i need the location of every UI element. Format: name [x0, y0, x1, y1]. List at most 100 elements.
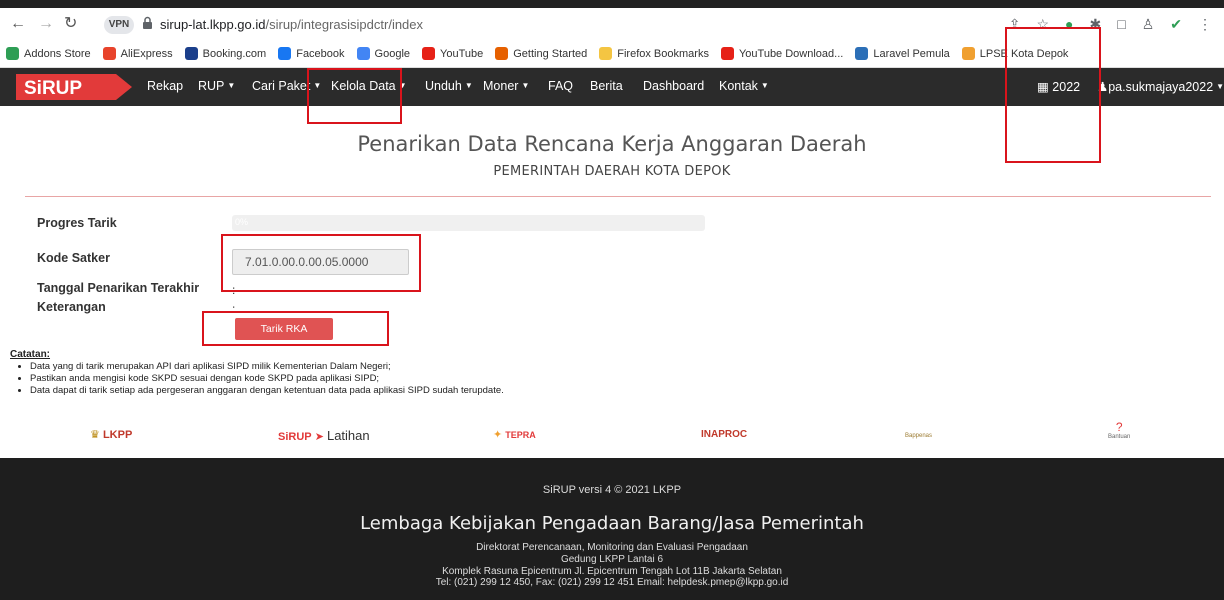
- footer-address: Komplek Rasuna Epicentrum Jl. Epicentrum…: [442, 566, 782, 577]
- tanggal-penarikan-value: :: [232, 283, 236, 297]
- bookmark-label: AliExpress: [120, 47, 173, 60]
- bookmark-item[interactable]: Booking.com: [184, 47, 267, 60]
- bookmark-item[interactable]: YouTube: [422, 47, 483, 60]
- tepra-logo[interactable]: ✦ TEPRA: [493, 428, 536, 441]
- bookmark-label: LPSE Kota Depok: [979, 47, 1069, 60]
- sirup-navbar: SiRUP Rekap RUP ▼ Cari Paket ▼ Kelola Data ▼ Un…: [0, 68, 1224, 106]
- nav-item-moner[interactable]: Moner ▼: [483, 79, 529, 93]
- forward-icon[interactable]: →: [38, 16, 54, 32]
- latihan-text: Latihan: [326, 428, 370, 443]
- note-item: Pastikan anda mengisi kode SKPD sesuai d…: [30, 373, 504, 385]
- url-host: sirup-lat.lkpp.go.id: [160, 17, 266, 32]
- bookmark-item[interactable]: LPSE Kota Depok: [961, 47, 1069, 60]
- nav-item-label: Cari Paket: [252, 79, 311, 93]
- share-icon[interactable]: ⇪: [1009, 15, 1021, 33]
- sidepanel-icon[interactable]: □: [1117, 15, 1125, 33]
- footer-version: SiRUP versi 4 © 2021 LKPP: [542, 484, 682, 496]
- bookmark-favicon-icon: [278, 47, 292, 60]
- bookmark-item[interactable]: Laravel Pemula: [855, 47, 950, 60]
- star-icon[interactable]: ☆: [1036, 15, 1049, 33]
- bookmark-item[interactable]: Getting Started: [495, 47, 587, 60]
- nav-item-label: Unduh: [425, 79, 462, 93]
- bookmark-favicon-icon: [720, 47, 734, 60]
- bookmark-item[interactable]: Facebook: [278, 47, 345, 60]
- menu-icon[interactable]: ⋮: [1198, 15, 1212, 33]
- bantuan-text: Bantuan: [1108, 434, 1131, 440]
- notes-section: Catatan: Data yang di tarik merupakan AP…: [10, 349, 504, 397]
- sirup-latihan-logo[interactable]: SiRUP ➤ Latihan: [278, 428, 370, 443]
- profile-icon[interactable]: ♙: [1142, 15, 1155, 33]
- nav-item-unduh[interactable]: Unduh ▼: [425, 79, 473, 93]
- nav-item-kelola-data[interactable]: Kelola Data ▼: [331, 79, 407, 93]
- garuda-icon: ♛: [90, 429, 100, 441]
- browser-toolbar-icons: ⇪ ☆ ● ✱ □ ♙ ✔ ⋮: [1009, 15, 1212, 33]
- bookmark-label: Booking.com: [202, 47, 267, 60]
- bappenas-text: Bappenas: [905, 433, 933, 439]
- nav-item-berita[interactable]: Berita: [590, 79, 623, 93]
- nav-item-dashboard[interactable]: Dashboard: [643, 79, 704, 93]
- sirup-logo-small: SiRUP: [278, 431, 312, 443]
- progress-text: 0%: [235, 217, 249, 227]
- tepra-text: TEPRA: [505, 430, 536, 440]
- chevron-down-icon: ▼: [760, 81, 769, 90]
- progress-label: Progres Tarik: [37, 216, 117, 230]
- help-icon: ?: [1115, 420, 1123, 434]
- nav-item-label: RUP: [198, 79, 225, 93]
- address-row: ← → ↻ VPN sirup-lat.lkpp.go.id/sirup/int…: [0, 8, 1224, 40]
- progress-bar: 0%: [232, 215, 705, 231]
- bookmark-item[interactable]: Google: [356, 47, 411, 60]
- bookmark-label: Google: [374, 47, 411, 60]
- kode-satker-field[interactable]: 7.01.0.00.0.00.05.0000: [232, 249, 409, 275]
- nav-item-label: Kelola Data: [331, 79, 396, 93]
- bantuan-link[interactable]: ? Bantuan: [1108, 420, 1130, 440]
- year-label: 2022: [1052, 80, 1081, 94]
- keterangan-value: :: [232, 302, 236, 316]
- footer: SiRUP versi 4 © 2021 LKPP Lembaga Kebija…: [0, 458, 1224, 600]
- reload-icon[interactable]: ↻: [64, 16, 77, 32]
- bookmark-favicon-icon: [6, 47, 19, 60]
- nav-item-kontak[interactable]: Kontak ▼: [719, 79, 769, 93]
- vpn-badge[interactable]: VPN: [104, 16, 134, 34]
- bookmarks-bar: Addons Store AliExpress Booking.com Faceboo…: [0, 40, 1224, 67]
- user-icon: ♟: [1097, 80, 1109, 94]
- nav-item-label: Moner: [483, 79, 519, 93]
- lock-icon[interactable]: [142, 16, 153, 30]
- year-selector[interactable]: ▦ 2022: [1037, 79, 1080, 94]
- nav-item-faq[interactable]: FAQ: [548, 79, 573, 93]
- notes-list: Data yang di tarik merupakan API dari ap…: [30, 361, 504, 397]
- url-bar[interactable]: sirup-lat.lkpp.go.id/sirup/integrasisipd…: [160, 17, 423, 32]
- bookmark-item[interactable]: Firefox Bookmarks: [599, 47, 709, 60]
- bookmark-item[interactable]: AliExpress: [102, 47, 173, 60]
- nav-item-cari-paket[interactable]: Cari Paket ▼: [252, 79, 321, 93]
- bookmark-favicon-icon: [495, 47, 509, 60]
- tarik-rka-button[interactable]: Tarik RKA: [235, 318, 333, 340]
- bookmark-label: YouTube: [440, 47, 484, 60]
- bookmark-item[interactable]: YouTube Download...: [720, 47, 844, 60]
- check-extension-icon[interactable]: ✔: [1170, 15, 1182, 33]
- lkpp-logo[interactable]: ♛ LKPP: [90, 428, 132, 441]
- url-path: /sirup/integrasisipdctr/index: [265, 17, 424, 32]
- bookmark-item[interactable]: Addons Store: [6, 47, 91, 60]
- note-item: Data yang di tarik merupakan API dari ap…: [30, 361, 504, 373]
- bookmark-label: Facebook: [296, 47, 345, 60]
- window-top-strip: [0, 0, 1224, 8]
- inaproc-logo[interactable]: INAPROC: [701, 428, 747, 440]
- partner-logos: ♛ LKPP SiRUP ➤ Latihan ✦ TEPRA INAPROC B…: [0, 412, 1224, 458]
- calendar-icon: ▦: [1037, 80, 1049, 94]
- chevron-down-icon: ▼: [398, 81, 407, 90]
- nav-item-rekap[interactable]: Rekap: [147, 79, 183, 93]
- nav-item-rup[interactable]: RUP ▼: [198, 79, 235, 93]
- nav-item-label: Berita: [590, 79, 623, 93]
- bookmark-favicon-icon: [961, 47, 975, 60]
- bookmark-label: YouTube Download...: [738, 47, 844, 60]
- puzzle-icon[interactable]: ✱: [1090, 15, 1102, 33]
- sirup-logo[interactable]: SiRUP: [16, 74, 132, 100]
- user-menu[interactable]: ♟pa.sukmajaya2022 ▼: [1097, 79, 1224, 94]
- shield-extension-icon[interactable]: ●: [1065, 15, 1073, 33]
- bappenas-logo[interactable]: Bappenas: [905, 428, 932, 440]
- footer-building: Gedung LKPP Lantai 6: [560, 554, 664, 565]
- page-subtitle: PEMERINTAH DAERAH KOTA DEPOK: [493, 164, 731, 179]
- page-title: Penarikan Data Rencana Kerja Anggaran Da…: [357, 132, 867, 156]
- back-icon[interactable]: ←: [10, 16, 26, 32]
- bookmark-favicon-icon: [855, 47, 869, 60]
